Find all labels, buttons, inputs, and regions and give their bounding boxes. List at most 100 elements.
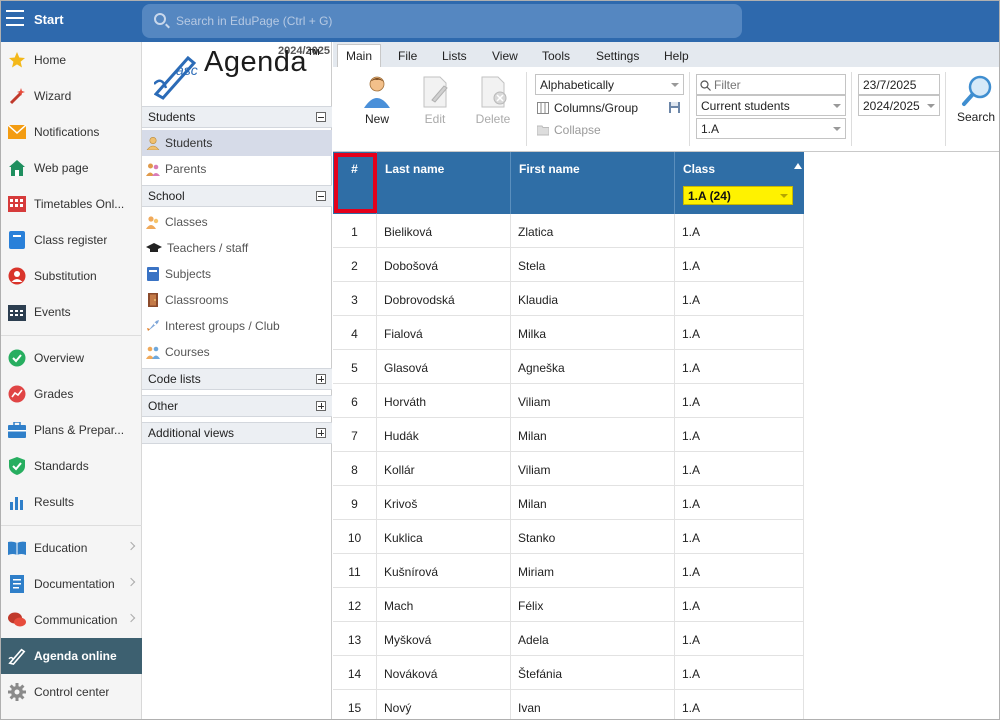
collapse-minus-icon[interactable] [316,191,326,201]
edit-document-icon [423,76,448,108]
school-year-select[interactable]: 2024/2025 [858,95,940,116]
nav-item-agenda-online[interactable]: Agenda online [0,638,142,674]
collapse-button[interactable]: Collapse [537,120,657,140]
menu-tab-main[interactable]: Main [337,44,382,67]
panel-item-classes[interactable]: Classes [142,209,332,235]
section-other[interactable]: Other [142,395,332,417]
last-name-cell: Dobrovodská [377,282,511,316]
panel-item-subjects[interactable]: Subjects [142,261,332,287]
table-row[interactable]: 6 Horváth Viliam 1.A [333,384,804,418]
nav-item-notifications[interactable]: Notifications [0,114,142,150]
shield-check-icon [8,457,26,475]
global-search-box[interactable] [142,4,742,38]
panel-item-courses[interactable]: Courses [142,339,332,365]
nav-item-wizard[interactable]: Wizard [0,78,142,114]
nav-item-class-register[interactable]: Class register [0,222,142,258]
menu-tab-file[interactable]: File [398,46,417,67]
table-row[interactable]: 5 Glasová Agneška 1.A [333,350,804,384]
section-additional-views[interactable]: Additional views [142,422,332,444]
school-year-value: 2024/2025 [863,99,920,113]
menu-tab-view[interactable]: View [492,46,518,67]
row-number-cell: 14 [333,656,377,690]
section-school[interactable]: School [142,185,332,207]
last-name-cell: Dobošová [377,248,511,282]
menu-tab-tools[interactable]: Tools [542,46,570,67]
section-label: Students [148,110,196,124]
class-select[interactable]: 1.A [696,118,846,139]
date-field[interactable]: 23/7/2025 [858,74,940,95]
table-row[interactable]: 3 Dobrovodská Klaudia 1.A [333,282,804,316]
sort-order-select[interactable]: Alphabetically [535,74,684,95]
panel-item-teachers[interactable]: Teachers / staff [142,235,332,261]
first-name-cell: Klaudia [511,282,675,316]
menu-tab-lists[interactable]: Lists [442,46,467,67]
filter-box[interactable] [696,74,846,95]
expand-plus-icon[interactable] [316,428,326,438]
collapse-minus-icon[interactable] [316,112,326,122]
nav-item-education[interactable]: Education [0,530,142,566]
nav-item-web-page[interactable]: Web page [0,150,142,186]
class-cell: 1.A [675,282,804,316]
column-header-last-name[interactable]: Last name [377,152,511,214]
table-row[interactable]: 4 Fialová Milka 1.A [333,316,804,350]
expand-plus-icon[interactable] [316,374,326,384]
last-name-cell: Glasová [377,350,511,384]
start-label[interactable]: Start [34,12,64,27]
table-row[interactable]: 12 Mach Félix 1.A [333,588,804,622]
nav-item-standards[interactable]: Standards [0,448,142,484]
search-button[interactable]: Search [957,74,1000,136]
delete-button[interactable]: Delete [468,74,518,136]
column-header-first-name[interactable]: First name [511,152,675,214]
save-icon[interactable] [669,102,680,113]
ribbon-toolbar: Main File Lists View Tools Settings Help… [333,42,1000,152]
student-status-select[interactable]: Current students [696,95,846,116]
menu-tab-settings[interactable]: Settings [596,46,639,67]
chevron-right-icon [126,613,136,623]
table-row[interactable]: 7 Hudák Milan 1.A [333,418,804,452]
new-button[interactable]: New [352,74,402,136]
panel-item-label: Interest groups / Club [165,319,280,333]
global-search-input[interactable] [176,12,716,30]
table-row[interactable]: 15 Nový Ivan 1.A [333,690,804,720]
class-filter-dropdown[interactable]: 1.A (24) [683,186,793,205]
nav-item-overview[interactable]: Overview [0,340,142,376]
nav-item-substitution[interactable]: Substitution [0,258,142,294]
table-row[interactable]: 10 Kuklica Stanko 1.A [333,520,804,554]
columns-group-button[interactable]: Columns/Group [537,98,685,118]
panel-item-parents[interactable]: Parents [142,156,332,182]
ribbon-divider [851,72,852,146]
nav-item-communication[interactable]: Communication [0,602,142,638]
gear-icon [8,683,26,701]
nav-item-home[interactable]: Home [0,42,142,78]
table-row[interactable]: 9 Krivoš Milan 1.A [333,486,804,520]
panel-item-classrooms[interactable]: Classrooms [142,287,332,313]
hamburger-menu-icon[interactable] [6,10,24,26]
menu-tab-help[interactable]: Help [664,46,689,67]
new-person-icon [364,76,390,108]
section-code-lists[interactable]: Code lists [142,368,332,390]
row-number-cell: 4 [333,316,377,350]
table-row[interactable]: 13 Myšková Adela 1.A [333,622,804,656]
table-row[interactable]: 8 Kollár Viliam 1.A [333,452,804,486]
edit-button[interactable]: Edit [410,74,460,136]
section-students[interactable]: Students [142,106,332,128]
last-name-cell: Hudák [377,418,511,452]
panel-item-students[interactable]: Students [142,130,332,156]
table-row[interactable]: 1 Bieliková Zlatica 1.A [333,214,804,248]
graduation-cap-icon [146,243,162,252]
nav-item-plans[interactable]: Plans & Prepar... [0,412,142,448]
timetable-grid-icon [8,195,26,213]
table-row[interactable]: 2 Dobošová Stela 1.A [333,248,804,282]
nav-item-control-center[interactable]: Control center [0,674,142,710]
nav-item-results[interactable]: Results [0,484,142,520]
nav-item-events[interactable]: Events [0,294,142,330]
table-row[interactable]: 11 Kušnírová Miriam 1.A [333,554,804,588]
panel-item-interest-groups[interactable]: Interest groups / Club [142,313,332,339]
filter-input[interactable] [714,77,839,93]
class-select-value: 1.A [701,122,720,136]
nav-item-documentation[interactable]: Documentation [0,566,142,602]
nav-item-timetables[interactable]: Timetables Onl... [0,186,142,222]
nav-item-grades[interactable]: Grades [0,376,142,412]
table-row[interactable]: 14 Nováková Štefánia 1.A [333,656,804,690]
expand-plus-icon[interactable] [316,401,326,411]
